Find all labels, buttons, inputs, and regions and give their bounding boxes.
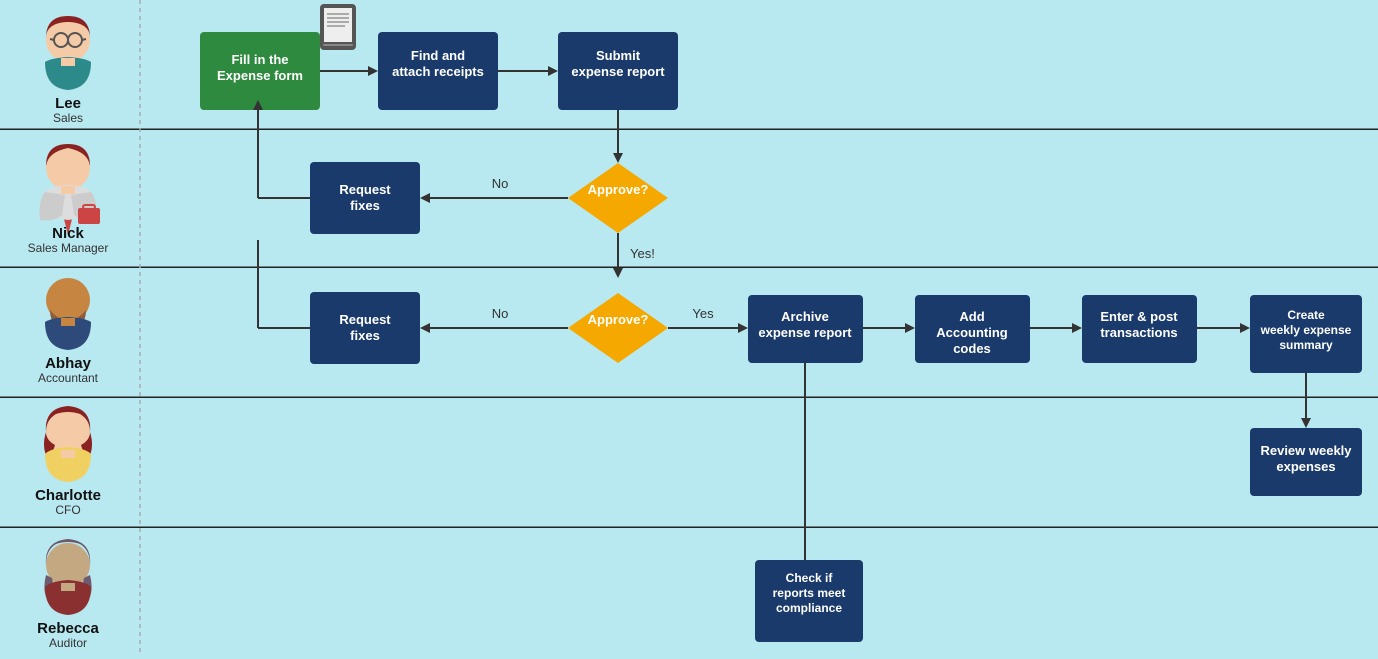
add-accounting-label: Add (959, 309, 984, 324)
archive-report-label: Archive (781, 309, 829, 324)
create-weekly-label: Create (1287, 308, 1325, 322)
svg-text:fixes: fixes (350, 328, 380, 343)
yes-label-abhay: Yes (692, 306, 714, 321)
actor-lee-role: Sales (53, 111, 83, 125)
svg-text:attach receipts: attach receipts (392, 64, 484, 79)
request-fixes-nick-label: Request (339, 182, 391, 197)
svg-text:expense report: expense report (571, 64, 665, 79)
svg-text:Expense form: Expense form (217, 68, 303, 83)
svg-text:fixes: fixes (350, 198, 380, 213)
actor-charlotte-name: Charlotte (35, 487, 101, 504)
actor-rebecca-name: Rebecca (37, 620, 99, 637)
actor-lee-name: Lee (55, 95, 81, 112)
svg-text:transactions: transactions (1100, 325, 1177, 340)
svg-text:weekly expense: weekly expense (1260, 323, 1352, 337)
svg-text:summary: summary (1279, 338, 1333, 352)
find-receipts-label: Find and (411, 48, 465, 63)
actor-nick-role: Sales Manager (28, 241, 109, 255)
svg-text:compliance: compliance (776, 601, 842, 615)
request-fixes-abhay-label: Request (339, 312, 391, 327)
svg-text:codes: codes (953, 341, 991, 356)
submit-report-label: Submit (596, 48, 641, 63)
actor-nick-name: Nick (52, 225, 84, 242)
no-label-nick: No (492, 176, 509, 191)
yes-label-nick: Yes! (630, 246, 655, 261)
enter-post-label: Enter & post (1100, 309, 1178, 324)
svg-text:expenses: expenses (1276, 459, 1335, 474)
fill-expense-label: Fill in the (231, 52, 288, 67)
svg-text:reports meet: reports meet (773, 586, 846, 600)
approve-nick-label: Approve? (588, 182, 649, 197)
actor-abhay-role: Accountant (38, 371, 99, 385)
approve-abhay-label: Approve? (588, 312, 649, 327)
no-label-abhay: No (492, 306, 509, 321)
diagram-wrapper: Lee Sales Nick Sales Manager (0, 0, 1378, 654)
actor-charlotte-role: CFO (55, 503, 80, 517)
review-weekly-label: Review weekly (1260, 443, 1352, 458)
check-compliance-label: Check if (786, 571, 834, 585)
svg-text:expense report: expense report (758, 325, 852, 340)
svg-text:Accounting: Accounting (936, 325, 1008, 340)
actor-rebecca-role: Auditor (49, 636, 87, 650)
actor-abhay-name: Abhay (45, 355, 92, 372)
